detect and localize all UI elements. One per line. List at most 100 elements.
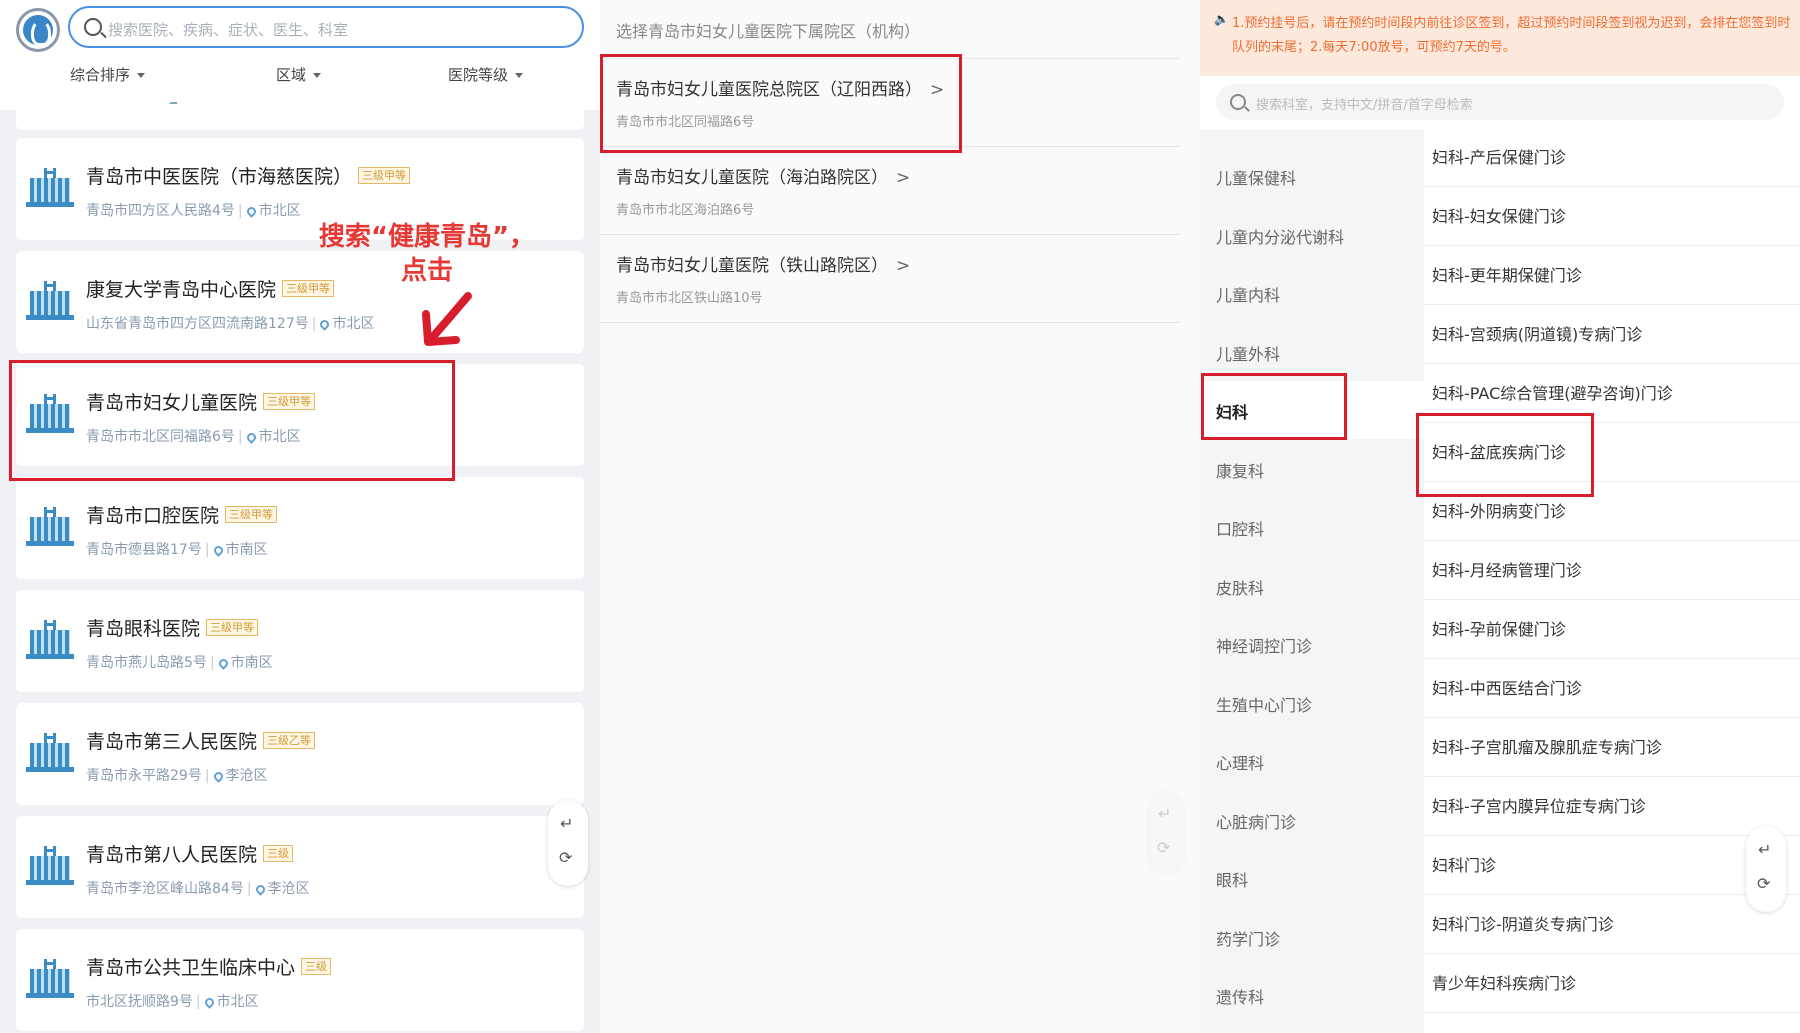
department-label: 眼科: [1216, 871, 1249, 890]
hospital-icon: [26, 620, 74, 664]
search-icon: [84, 18, 102, 36]
hospital-card[interactable]: 青岛市口腔医院 三级甲等 青岛市德县路17号 | 市南区: [16, 477, 584, 579]
clinic-item[interactable]: 青少年妇科疾病门诊: [1424, 954, 1800, 1013]
notice-banner: 🔈 1.预约挂号后，请在预约时间段内前往诊区签到，超过预约时间段签到视为迟到，会…: [1200, 0, 1800, 76]
hospital-name: 青岛眼科医院: [86, 618, 201, 640]
hospital-icon: [26, 959, 74, 1003]
hospital-name: 青岛市口腔医院: [86, 505, 220, 527]
hospital-icon: [26, 281, 74, 325]
department-label: 药学门诊: [1216, 929, 1281, 949]
department-label: 心理科: [1216, 754, 1265, 773]
hospital-district: 市北区: [332, 316, 375, 332]
refresh-icon[interactable]: ⟳: [559, 848, 572, 867]
location-pin-icon: [318, 317, 332, 331]
department-item[interactable]: 药学门诊: [1200, 908, 1424, 966]
hospital-icon: [26, 846, 74, 890]
hospital-level-badge: 三级甲等: [206, 619, 259, 636]
clinic-label: 妇科-子宫内膜异位症专病门诊: [1432, 797, 1646, 816]
hospital-icon: [26, 733, 74, 777]
clinic-item[interactable]: 妇科-产后保健门诊: [1424, 128, 1800, 187]
department-panel: 🔈 1.预约挂号后，请在预约时间段内前往诊区签到，超过预约时间段签到视为迟到，会…: [1200, 0, 1800, 1033]
department-search-input[interactable]: 搜索科室，支持中文/拼音/首字母检索: [1216, 84, 1784, 120]
department-item[interactable]: 儿童保健科: [1200, 147, 1424, 205]
clinic-label: 妇科门诊: [1432, 856, 1497, 875]
partial-hospital-card[interactable]: [16, 100, 584, 130]
department-item[interactable]: 遗传科: [1200, 966, 1424, 1024]
hospital-address: 青岛市李沧区峰山路84号: [86, 881, 244, 897]
department-label: 生殖中心门诊: [1216, 695, 1313, 715]
department-item[interactable]: 儿童外科: [1200, 323, 1424, 381]
hospital-name: 青岛市中医医院（市海慈医院）: [86, 166, 353, 188]
return-icon[interactable]: ↵: [1158, 804, 1171, 823]
clinic-item[interactable]: 妇科门诊-阴道炎专病门诊: [1424, 895, 1800, 954]
hospital-name: 青岛市公共卫生临床中心: [86, 957, 296, 979]
clinic-item[interactable]: 妇科-子宫内膜异位症专病门诊: [1424, 777, 1800, 836]
floating-action-bar: ↵ ⟳: [1746, 826, 1786, 912]
hospital-address: 山东省青岛市四方区四流南路127号: [86, 316, 309, 332]
department-item[interactable]: 心脏病门诊: [1200, 791, 1424, 849]
department-label: 康复科: [1216, 461, 1265, 481]
hospital-level-badge: 三级甲等: [225, 506, 278, 523]
highlight-box-department: [1201, 373, 1347, 440]
clinic-item[interactable]: 妇科门诊: [1424, 836, 1800, 895]
highlight-box-branch: [600, 54, 962, 153]
department-label: 儿童外科: [1216, 344, 1281, 364]
clinic-label: 妇科-中西医结合门诊: [1432, 679, 1582, 698]
department-item[interactable]: 口腔科: [1200, 498, 1424, 556]
department-item[interactable]: 眼科: [1200, 849, 1424, 907]
hospital-card[interactable]: 青岛市第八人民医院 三级 青岛市李沧区峰山路84号 | 李沧区: [16, 816, 584, 918]
clinic-item[interactable]: 妇科-月经病管理门诊: [1424, 541, 1800, 600]
hospital-address: 青岛市德县路17号: [86, 542, 202, 558]
location-pin-icon: [211, 543, 225, 557]
location-pin-icon: [211, 769, 225, 783]
annotation-callout: 搜索“健康青岛”， 点击: [318, 222, 536, 286]
department-item[interactable]: 儿童内科: [1200, 264, 1424, 322]
department-item[interactable]: 心理科: [1200, 732, 1424, 790]
clinic-item[interactable]: 妇科-更年期保健门诊: [1424, 246, 1800, 305]
department-label: 心脏病门诊: [1216, 812, 1297, 832]
search-placeholder: 搜索科室，支持中文/拼音/首字母检索: [1256, 98, 1473, 113]
hospital-district: 李沧区: [225, 768, 268, 784]
clinic-label: 妇科-PAC综合管理(避孕咨询)门诊: [1432, 384, 1673, 403]
clinic-label: 妇科-孕前保健门诊: [1432, 620, 1566, 639]
department-label: 儿童内科: [1216, 286, 1281, 305]
refresh-icon[interactable]: ⟳: [1157, 838, 1170, 857]
department-item[interactable]: 神经调控门诊: [1200, 615, 1424, 673]
clinic-item[interactable]: 妇科-宫颈病(阴道镜)专病门诊: [1424, 305, 1800, 364]
notice-text: 1.预约挂号后，请在预约时间段内前往诊区签到，超过预约时间段签到视为迟到，会排在…: [1232, 16, 1791, 55]
filter-area[interactable]: 区域: [276, 64, 322, 85]
clinic-item[interactable]: 妇科-孕前保健门诊: [1424, 600, 1800, 659]
clinic-item[interactable]: 妇科-子宫肌瘤及腺肌症专病门诊: [1424, 718, 1800, 777]
department-item[interactable]: 康复科: [1200, 440, 1424, 498]
clinic-label: 妇科门诊-阴道炎专病门诊: [1432, 915, 1614, 934]
hospital-card[interactable]: 青岛市公共卫生临床中心 三级 市北区抚顺路9号 | 市北区: [16, 929, 584, 1031]
filter-sort[interactable]: 综合排序: [70, 64, 146, 85]
hospital-search-input[interactable]: 搜索医院、疾病、症状、医生、科室: [68, 6, 584, 48]
branch-item[interactable]: 青岛市妇女儿童医院（铁山路院区） > 青岛市市北区铁山路10号: [600, 235, 1180, 323]
return-icon[interactable]: ↵: [1758, 840, 1771, 859]
department-item[interactable]: 生殖中心门诊: [1200, 674, 1424, 732]
app-logo-icon: [16, 8, 60, 52]
filter-level[interactable]: 医院等级: [448, 64, 524, 85]
hospital-level-badge: 三级甲等: [358, 167, 411, 184]
hospital-district: 市南区: [230, 655, 273, 671]
refresh-icon[interactable]: ⟳: [1757, 874, 1770, 893]
hospital-card[interactable]: 青岛眼科医院 三级甲等 青岛市燕儿岛路5号 | 市南区: [16, 590, 584, 692]
chevron-right-icon: >: [896, 168, 911, 188]
chevron-right-icon: >: [896, 256, 911, 276]
hospital-list-panel: 搜索医院、疾病、症状、医生、科室 综合排序 区域 医院等级 青岛市中医医院（市海…: [0, 0, 600, 1033]
floating-action-bar: ↵ ⟳: [548, 800, 588, 886]
return-icon[interactable]: ↵: [560, 814, 573, 833]
hospital-level-badge: 三级: [301, 958, 332, 975]
location-pin-icon: [253, 882, 267, 896]
hospital-address: 青岛市四方区人民路4号: [86, 203, 235, 219]
clinic-item[interactable]: 妇科-妇女保健门诊: [1424, 187, 1800, 246]
hospital-card[interactable]: 青岛市第三人民医院 三级乙等 青岛市永平路29号 | 李沧区: [16, 703, 584, 805]
branch-item[interactable]: 青岛市妇女儿童医院（海泊路院区） > 青岛市市北区海泊路6号: [600, 147, 1180, 235]
department-item[interactable]: 儿童内分泌代谢科: [1200, 206, 1424, 264]
search-icon: [1230, 94, 1246, 110]
clinic-label: 妇科-子宫肌瘤及腺肌症专病门诊: [1432, 738, 1662, 757]
department-item[interactable]: 皮肤科: [1200, 557, 1424, 615]
clinic-item[interactable]: 妇科-中西医结合门诊: [1424, 659, 1800, 718]
hospital-icon: [26, 507, 74, 551]
